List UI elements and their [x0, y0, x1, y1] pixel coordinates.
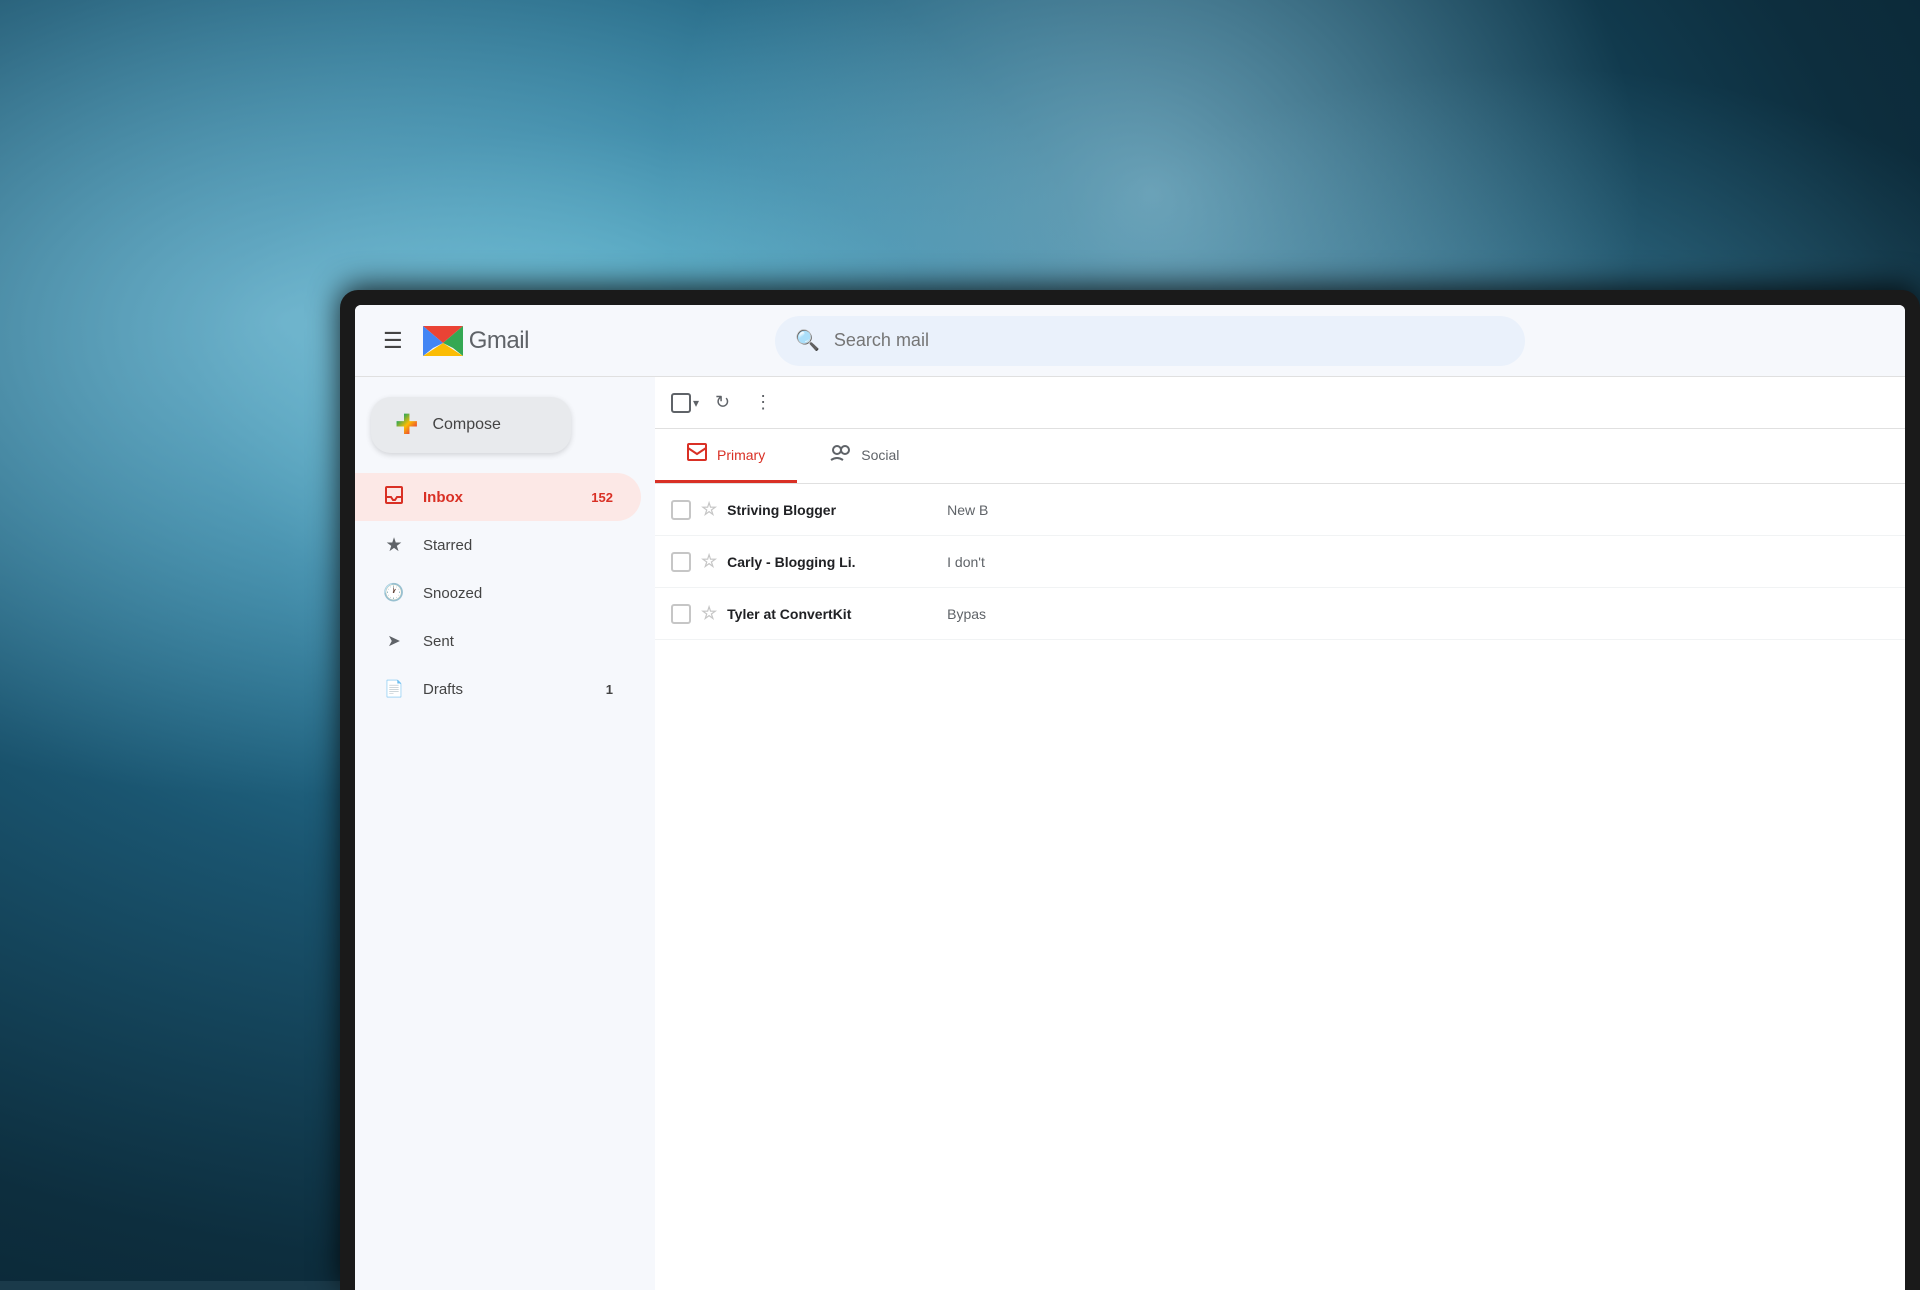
sidebar-item-sent[interactable]: ➤ Sent	[355, 617, 641, 665]
compose-label: Compose	[432, 416, 500, 434]
inbox-label: Inbox	[423, 489, 573, 506]
starred-icon: ★	[383, 534, 405, 557]
select-all-dropdown[interactable]: ▾	[671, 393, 699, 413]
email-area: ▾ ↻ ⋮	[655, 377, 1905, 1290]
star-icon[interactable]: ☆	[701, 551, 717, 572]
primary-tab-label: Primary	[717, 447, 765, 463]
table-row[interactable]: ☆ Carly - Blogging Li. I don't	[655, 536, 1905, 588]
sidebar-item-snoozed[interactable]: 🕐 Snoozed	[355, 569, 641, 617]
drafts-label: Drafts	[423, 681, 588, 698]
email-sender: Carly - Blogging Li.	[727, 554, 937, 570]
drafts-icon: 📄	[383, 679, 405, 699]
snoozed-icon: 🕐	[383, 583, 405, 603]
primary-tab-icon	[687, 443, 707, 466]
gmail-wordmark: Gmail	[469, 327, 529, 355]
email-toolbar: ▾ ↻ ⋮	[655, 377, 1905, 429]
header-left: ☰ Gmail	[375, 320, 755, 362]
main-content: ✚ Compose Inbox 152 ★	[355, 377, 1905, 1290]
compose-button[interactable]: ✚ Compose	[371, 397, 571, 453]
snoozed-label: Snoozed	[423, 585, 613, 602]
drafts-badge: 1	[606, 682, 613, 697]
refresh-button[interactable]: ↻	[707, 384, 738, 421]
select-dropdown-chevron[interactable]: ▾	[693, 396, 699, 410]
tab-social[interactable]: Social	[797, 429, 931, 483]
email-snippet: I don't	[947, 554, 1889, 570]
sidebar: ✚ Compose Inbox 152 ★	[355, 377, 655, 1290]
email-checkbox[interactable]	[671, 604, 691, 624]
more-options-icon: ⋮	[754, 392, 772, 413]
hamburger-menu-icon[interactable]: ☰	[375, 320, 411, 362]
email-checkbox[interactable]	[671, 552, 691, 572]
sidebar-item-starred[interactable]: ★ Starred	[355, 521, 641, 569]
search-input[interactable]	[834, 330, 1505, 351]
social-tab-label: Social	[861, 447, 899, 463]
inbox-badge: 152	[591, 490, 613, 505]
more-options-button[interactable]: ⋮	[746, 384, 780, 421]
social-tab-icon	[829, 443, 851, 466]
hamburger-lines: ☰	[383, 328, 403, 354]
email-tabs: Primary Social	[655, 429, 1905, 484]
compose-plus-icon: ✚	[395, 411, 418, 439]
email-checkbox[interactable]	[671, 500, 691, 520]
tab-primary[interactable]: Primary	[655, 429, 797, 483]
email-sender: Tyler at ConvertKit	[727, 606, 937, 622]
email-snippet: Bypas	[947, 606, 1889, 622]
table-row[interactable]: ☆ Striving Blogger New B	[655, 484, 1905, 536]
sent-label: Sent	[423, 633, 613, 650]
gmail-logo: Gmail	[423, 326, 529, 356]
search-bar[interactable]: 🔍	[775, 316, 1525, 366]
starred-label: Starred	[423, 537, 613, 554]
star-icon[interactable]: ☆	[701, 603, 717, 624]
email-sender: Striving Blogger	[727, 502, 937, 518]
table-row[interactable]: ☆ Tyler at ConvertKit Bypas	[655, 588, 1905, 640]
search-icon: 🔍	[795, 328, 820, 353]
laptop-frame: ☰ Gmail 🔍	[340, 290, 1920, 1290]
gmail-header: ☰ Gmail 🔍	[355, 305, 1905, 377]
sidebar-item-drafts[interactable]: 📄 Drafts 1	[355, 665, 641, 713]
refresh-icon: ↻	[715, 392, 730, 413]
email-snippet: New B	[947, 502, 1889, 518]
star-icon[interactable]: ☆	[701, 499, 717, 520]
sent-icon: ➤	[383, 631, 405, 651]
email-list: ☆ Striving Blogger New B ☆ Carly - Blogg…	[655, 484, 1905, 1290]
sidebar-item-inbox[interactable]: Inbox 152	[355, 473, 641, 521]
inbox-icon	[383, 485, 405, 510]
gmail-m-icon	[423, 326, 463, 356]
select-all-checkbox[interactable]	[671, 393, 691, 413]
gmail-screen: ☰ Gmail 🔍	[355, 305, 1905, 1290]
